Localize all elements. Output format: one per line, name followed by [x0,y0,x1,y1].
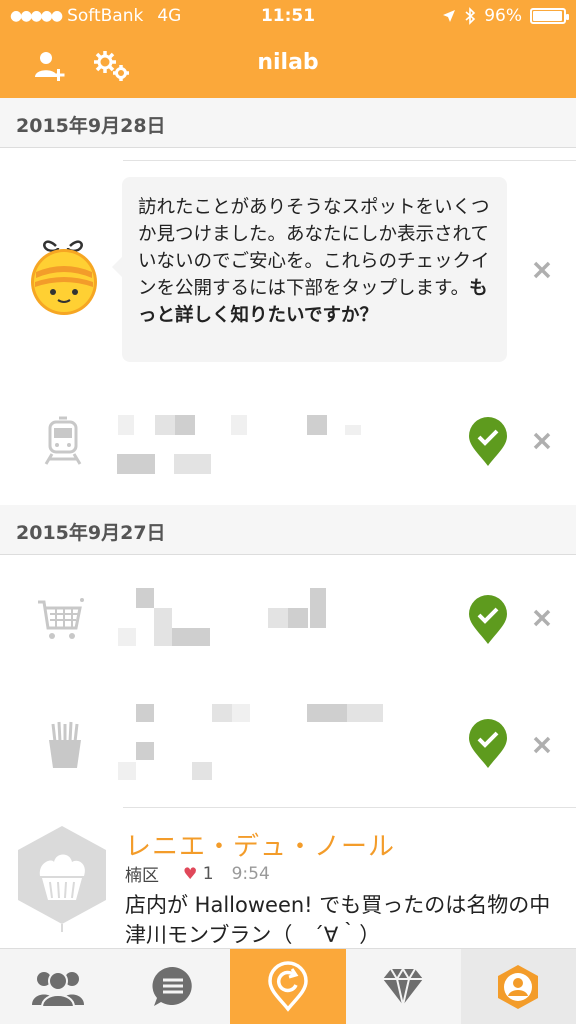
tab-bar [0,948,576,1024]
profile-icon [498,965,539,1009]
checkin-confirm-button[interactable] [467,594,509,646]
divider [123,807,576,808]
date-header: 2015年9月27日 [0,505,576,555]
bluetooth-icon [465,7,476,25]
like-count[interactable]: ♥ 1 [183,864,214,884]
battery-percent: 96% [484,6,522,26]
cupcake-category-icon [18,826,106,932]
post-area: 楠区 [125,866,159,886]
dismiss-suggestion-button[interactable] [528,256,556,284]
tab-profile[interactable] [460,949,576,1024]
checkin-confirm-button[interactable] [467,718,509,770]
tab-messages[interactable] [115,949,230,1024]
heart-icon: ♥ [183,863,198,883]
close-icon [533,432,551,450]
chat-icon [152,966,192,1006]
post-meta: 楠区 ♥ 1 9:54 [125,861,270,887]
checkin-pin-icon [268,961,308,1012]
dismiss-checkin-button[interactable] [528,731,556,759]
status-bar: ●●●●● SoftBank 4G 11:51 96% [0,0,576,34]
close-icon [533,261,551,279]
swarm-bee-avatar [31,240,97,315]
shopping-cart-icon [38,598,84,639]
location-arrow-icon [443,10,456,22]
tab-rewards[interactable] [346,949,461,1024]
close-icon [533,609,551,627]
suggestion-text: 訪れたことがありそうなスポットをいくつか見つけました。あなたにしか表示されていな… [138,197,490,299]
date-header: 2015年9月28日 [0,98,576,148]
tab-checkin[interactable] [230,949,346,1024]
nav-bar: nilab [0,34,576,98]
checkin-confirm-button[interactable] [467,416,509,468]
post-text: 店内が Halloween! でも買ったのは名物の中津川モンブラン（ ´∀｀） [125,893,551,947]
dismiss-checkin-button[interactable] [528,604,556,632]
dismiss-checkin-button[interactable] [528,427,556,455]
app-title: nilab [257,50,319,75]
battery-icon [530,8,569,24]
diamond-icon [383,967,424,1006]
tab-friends[interactable] [0,949,115,1024]
train-icon [44,416,82,465]
suggestion-bubble[interactable]: 訪れたことがありそうなスポットをいくつか見つけました。あなたにしか表示されていな… [112,177,507,362]
post-venue-name[interactable]: レニエ・デュ・ノール [125,826,395,863]
close-icon [533,736,551,754]
people-icon [31,971,84,1007]
post-time: 9:54 [231,863,270,884]
like-count-value: 1 [202,863,214,884]
fries-icon [49,721,81,768]
divider [123,160,576,161]
